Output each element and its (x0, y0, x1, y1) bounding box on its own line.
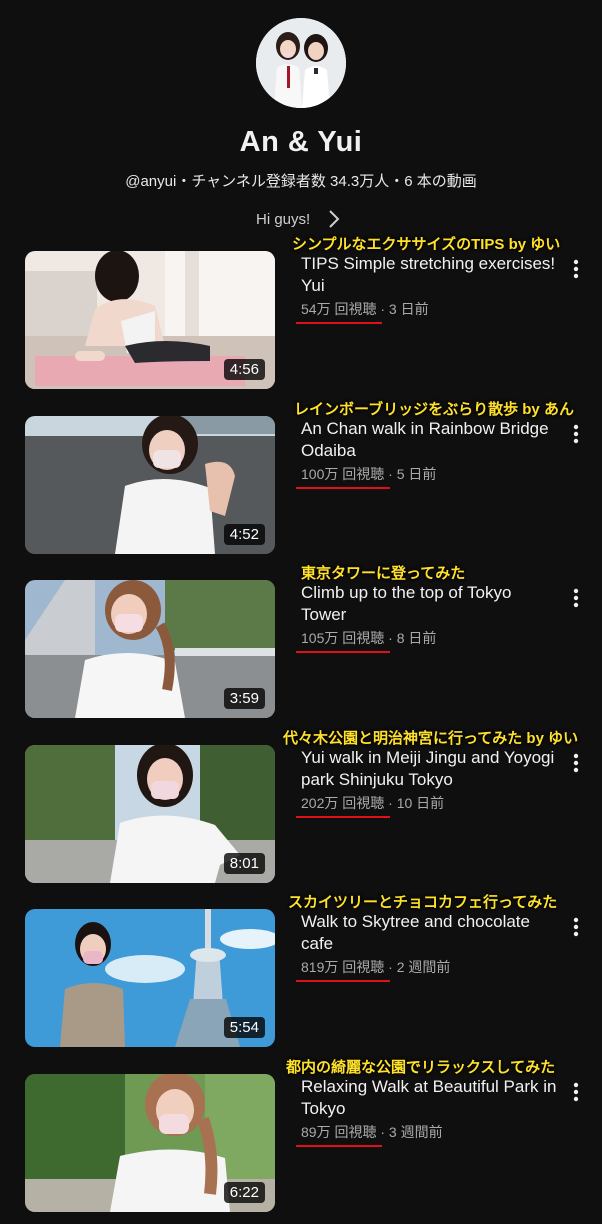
upload-age: · 3 日前 (376, 301, 429, 317)
video-meta: 105万 回視聴 · 8 日前 (295, 628, 437, 653)
video-duration: 4:52 (223, 524, 265, 545)
video-title[interactable]: Walk to Skytree and chocolate cafe (301, 911, 559, 955)
video-meta: 819万 回視聴 · 2 週間前 (295, 957, 451, 982)
video-duration: 5:54 (223, 1017, 265, 1038)
upload-age: · 3 週間前 (376, 1124, 443, 1140)
overlay-caption: 東京タワーに登ってみた (301, 565, 466, 582)
overlay-caption: スカイツリーとチョコカフェ行ってみた (288, 894, 558, 911)
video-title[interactable]: An Chan walk in Rainbow Bridge Odaiba (301, 418, 559, 462)
overlay-caption: シンプルなエクササイズのTIPS by ゆい (292, 236, 561, 253)
video-thumbnail[interactable]: 5:54 (25, 909, 275, 1047)
view-count: 100万 回視聴 (295, 466, 391, 489)
video-item[interactable]: シンプルなエクササイズのTIPS by ゆい 4:56 TIPS Simple … (0, 236, 602, 401)
upload-age: · 2 週間前 (384, 959, 451, 975)
overlay-caption: レインボーブリッジをぶらり散歩 by あん (294, 401, 574, 418)
video-thumbnail[interactable]: 8:01 (25, 745, 275, 883)
video-thumbnail[interactable]: 3:59 (25, 580, 275, 718)
view-count: 105万 回視聴 (295, 630, 391, 653)
about-link[interactable]: Hi guys! (256, 206, 340, 232)
channel-avatar[interactable] (256, 18, 346, 108)
video-meta: 202万 回視聴 · 10 日前 (295, 793, 445, 818)
more-vert-icon[interactable] (566, 422, 586, 446)
video-title[interactable]: Climb up to the top of Tokyo Tower (301, 582, 559, 626)
upload-age: · 8 日前 (384, 630, 437, 646)
view-count: 819万 回視聴 (295, 959, 391, 982)
video-meta: 89万 回視聴 · 3 週間前 (295, 1122, 443, 1147)
video-title[interactable]: Yui walk in Meiji Jingu and Yoyogi park … (301, 747, 559, 791)
video-item[interactable]: 東京タワーに登ってみた 3:59 Climb up to the top of … (0, 565, 602, 730)
video-title[interactable]: Relaxing Walk at Beautiful Park in Tokyo (301, 1076, 559, 1120)
view-count: 54万 回視聴 (295, 301, 383, 324)
more-vert-icon[interactable] (566, 751, 586, 775)
video-thumbnail[interactable]: 4:52 (25, 416, 275, 554)
video-duration: 3:59 (223, 688, 265, 709)
video-item[interactable]: レインボーブリッジをぶらり散歩 by あん 4:52 An Chan walk … (0, 401, 602, 566)
video-item[interactable]: スカイツリーとチョコカフェ行ってみた 5:54 Walk to Skytree … (0, 894, 602, 1059)
upload-age: · 10 日前 (384, 795, 445, 811)
video-duration: 8:01 (223, 853, 265, 874)
video-item[interactable]: 代々木公園と明治神宮に行ってみた by ゆい 8:01 Yui walk in … (0, 730, 602, 895)
view-count: 202万 回視聴 (295, 795, 391, 818)
more-vert-icon[interactable] (566, 257, 586, 281)
overlay-caption: 代々木公園と明治神宮に行ってみた by ゆい (283, 730, 579, 747)
channel-name: An & Yui (239, 126, 363, 158)
video-meta: 54万 回視聴 · 3 日前 (295, 299, 429, 324)
channel-meta: @anyui・チャンネル登録者数 34.3万人・6 本の動画 (125, 173, 477, 190)
overlay-caption: 都内の綺麗な公園でリラックスしてみた (286, 1059, 556, 1076)
view-count: 89万 回視聴 (295, 1124, 383, 1147)
video-meta: 100万 回視聴 · 5 日前 (295, 464, 437, 489)
video-item[interactable]: 都内の綺麗な公園でリラックスしてみた 6:22 Relaxing Walk at… (0, 1059, 602, 1224)
more-vert-icon[interactable] (566, 1080, 586, 1104)
video-duration: 4:56 (223, 359, 265, 380)
more-vert-icon[interactable] (566, 586, 586, 610)
video-thumbnail[interactable]: 4:56 (25, 251, 275, 389)
video-title[interactable]: TIPS Simple stretching exercises! Yui (301, 253, 559, 297)
more-vert-icon[interactable] (566, 915, 586, 939)
about-text: Hi guys! (256, 210, 311, 228)
upload-age: · 5 日前 (384, 466, 437, 482)
chevron-right-icon (328, 209, 340, 229)
video-thumbnail[interactable]: 6:22 (25, 1074, 275, 1212)
